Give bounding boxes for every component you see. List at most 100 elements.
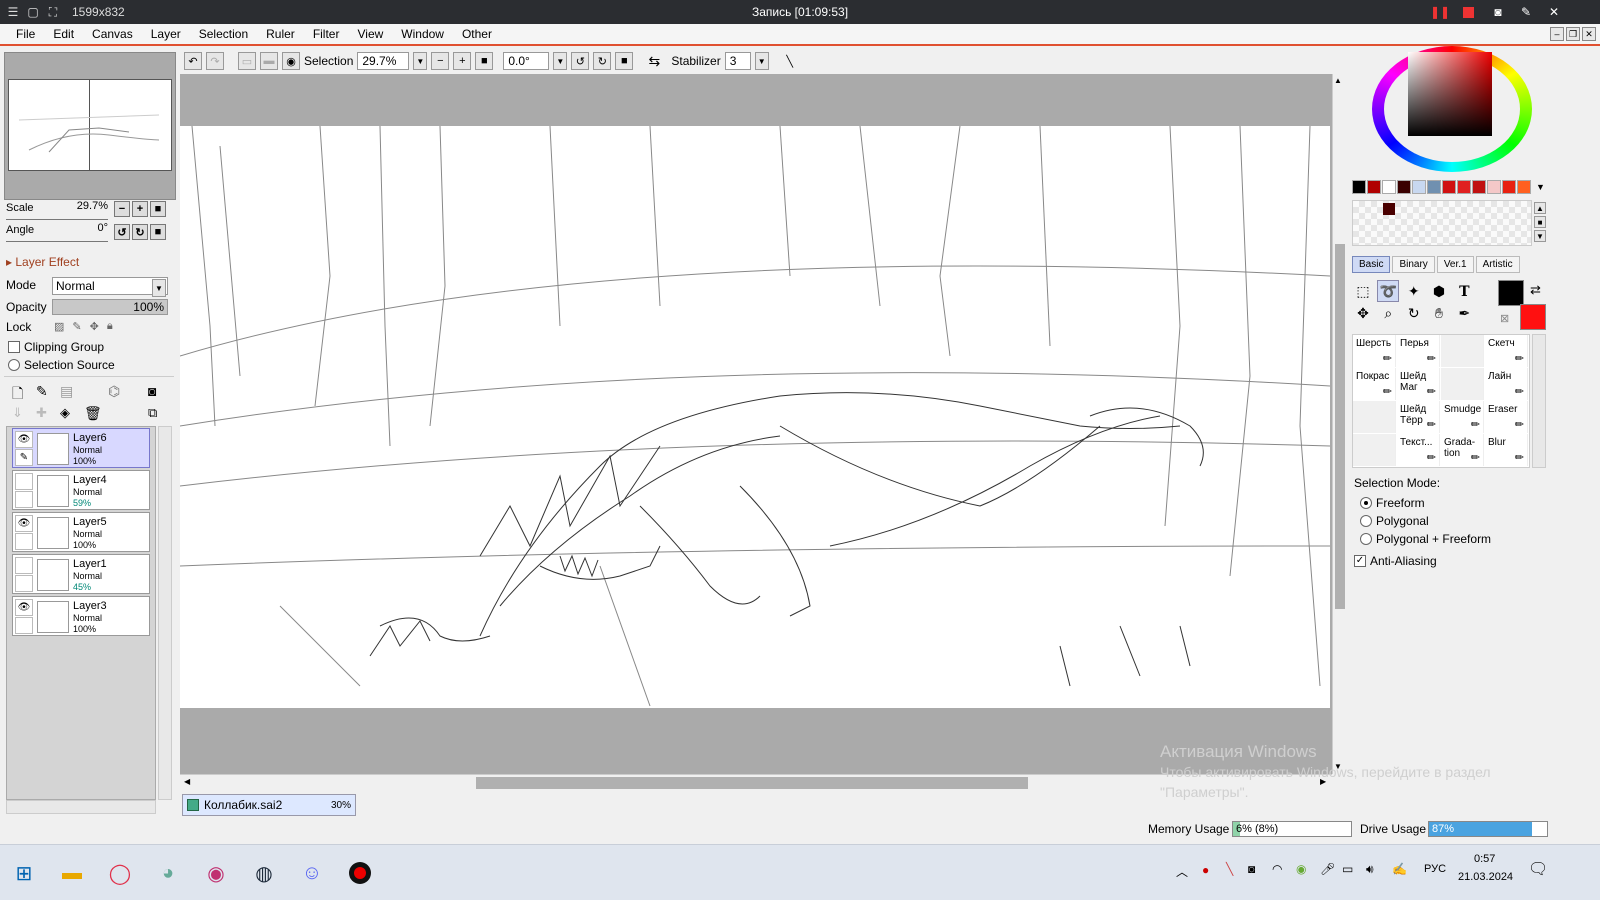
menu-layer[interactable]: Layer bbox=[142, 27, 190, 41]
selection-mode-option[interactable]: Polygonal bbox=[1360, 512, 1491, 530]
flip-icon[interactable]: ⇆ bbox=[645, 52, 663, 70]
drawing-canvas[interactable] bbox=[179, 125, 1331, 708]
brush-slot[interactable] bbox=[1441, 368, 1484, 400]
tab-basic[interactable]: Basic bbox=[1352, 256, 1391, 273]
brush-slot[interactable]: Текст... ✏ bbox=[1397, 434, 1440, 466]
tray-network-icon[interactable]: ◠ bbox=[1272, 862, 1282, 876]
navigator[interactable] bbox=[4, 52, 176, 200]
angle-dropdown[interactable]: ▼ bbox=[553, 52, 568, 70]
delete-layer-icon[interactable]: 🗑︎ bbox=[84, 405, 102, 422]
rotate-cw-button[interactable]: ↻ bbox=[132, 224, 148, 240]
camera-icon[interactable]: ◙ bbox=[1490, 4, 1506, 20]
selection-mode-radio[interactable] bbox=[1360, 515, 1372, 527]
menu-edit[interactable]: Edit bbox=[44, 27, 83, 41]
file-explorer-icon[interactable]: ▬ bbox=[52, 853, 92, 893]
rotate-right-button[interactable]: ↻ bbox=[593, 52, 612, 70]
tray-battery-icon[interactable]: ▭ bbox=[1342, 862, 1353, 876]
discord-icon[interactable]: ☺ bbox=[292, 853, 332, 893]
selection-mode-option[interactable]: Polygonal + Freeform bbox=[1360, 530, 1491, 548]
menu-other[interactable]: Other bbox=[453, 27, 501, 41]
tab-ver1[interactable]: Ver.1 bbox=[1436, 256, 1474, 273]
navigator-thumbnail[interactable] bbox=[8, 79, 172, 171]
new-folder-icon[interactable]: ▤ bbox=[60, 383, 73, 400]
redo-button[interactable]: ↷ bbox=[206, 52, 224, 70]
scale-minus-button[interactable]: − bbox=[114, 201, 130, 217]
document-tab[interactable]: Коллабик.sai2 30% bbox=[182, 794, 356, 816]
tab-artistic[interactable]: Artistic bbox=[1475, 256, 1520, 273]
invert-selection-button[interactable]: ▬ bbox=[260, 52, 278, 70]
rotate-left-button[interactable]: ↺ bbox=[571, 52, 590, 70]
close-window-icon[interactable]: ✕ bbox=[1582, 27, 1596, 41]
tab-binary[interactable]: Binary bbox=[1392, 256, 1435, 273]
move-icon[interactable]: ✥ bbox=[1352, 303, 1374, 325]
brush-slot[interactable] bbox=[1441, 335, 1484, 367]
angle-field[interactable]: 0.0° bbox=[503, 52, 550, 70]
visibility-toggle[interactable]: 👁︎ bbox=[15, 515, 33, 532]
transparent-color-icon[interactable]: ⊠ bbox=[1500, 312, 1509, 325]
scratch-down-icon[interactable]: ▼ bbox=[1534, 230, 1546, 242]
menu-canvas[interactable]: Canvas bbox=[83, 27, 142, 41]
shapes-icon[interactable]: ⬢ bbox=[1428, 280, 1450, 302]
palette-swatch[interactable] bbox=[1442, 180, 1456, 194]
layer-row[interactable]: Layer4 Normal 59% bbox=[12, 470, 150, 510]
tray-app2-icon[interactable]: ◉ bbox=[1296, 862, 1306, 876]
scale-slider[interactable] bbox=[6, 214, 108, 220]
anti-aliasing-checkbox[interactable]: ✓ bbox=[1354, 555, 1366, 567]
restore-icon[interactable]: ❐ bbox=[1566, 27, 1580, 41]
clock-date[interactable]: 21.03.2024 bbox=[1458, 871, 1513, 883]
browser-icon[interactable]: ◉ bbox=[196, 853, 236, 893]
scratch-up-icon[interactable]: ▲ bbox=[1534, 202, 1546, 214]
clock-time[interactable]: 0:57 bbox=[1474, 853, 1495, 865]
brush-slot[interactable]: Перья ✏ bbox=[1397, 335, 1440, 367]
transfer-down-icon[interactable]: ⇓ bbox=[12, 405, 23, 421]
layer-edit-indicator[interactable] bbox=[15, 575, 33, 592]
secondary-color[interactable] bbox=[1520, 304, 1546, 330]
tray-app-icon[interactable]: ◙ bbox=[1248, 862, 1255, 876]
tray-volume-icon[interactable]: 🔊︎ bbox=[1366, 862, 1374, 877]
rotate-ccw-button[interactable]: ↺ bbox=[114, 224, 130, 240]
palette-swatch[interactable] bbox=[1457, 180, 1471, 194]
recorder-app-icon[interactable] bbox=[340, 853, 380, 893]
palette-swatch[interactable] bbox=[1427, 180, 1441, 194]
brush-slot[interactable]: Grada-tion ✏ bbox=[1441, 434, 1484, 466]
brush-slot[interactable]: Шерсть ✏ bbox=[1353, 335, 1396, 367]
stabilizer-dropdown[interactable]: ▼ bbox=[754, 52, 769, 70]
color-square[interactable] bbox=[1408, 52, 1492, 136]
menu-window[interactable]: Window bbox=[392, 27, 453, 41]
palette-swatch[interactable] bbox=[1412, 180, 1426, 194]
pause-icon[interactable]: ❚❚ bbox=[1430, 4, 1450, 20]
palette-swatch[interactable] bbox=[1352, 180, 1366, 194]
scale-plus-button[interactable]: + bbox=[132, 201, 148, 217]
clear-layer-icon[interactable]: ◈ bbox=[60, 405, 70, 421]
selection-mode-option[interactable]: Freeform bbox=[1360, 494, 1491, 512]
visibility-toggle[interactable] bbox=[15, 473, 33, 490]
zoom-in-button[interactable]: + bbox=[453, 52, 472, 70]
layer-list-hscroll[interactable] bbox=[6, 800, 156, 814]
undo-button[interactable]: ↶ bbox=[184, 52, 202, 70]
merge-down-icon[interactable]: ✚ bbox=[36, 405, 47, 421]
layer-list-scrollbar[interactable] bbox=[158, 426, 172, 800]
scroll-up-icon[interactable]: ▲ bbox=[1334, 76, 1342, 85]
lock-transparency-icon[interactable]: ▨ bbox=[54, 320, 64, 333]
line-icon[interactable]: ╲ bbox=[781, 52, 799, 70]
menu-ruler[interactable]: Ruler bbox=[257, 27, 304, 41]
rect-select-icon[interactable]: ⬚ bbox=[1352, 280, 1374, 302]
scratchpad[interactable] bbox=[1352, 200, 1532, 246]
notifications-icon[interactable]: 🗨︎ bbox=[1528, 859, 1548, 879]
layer-edit-indicator[interactable] bbox=[15, 491, 33, 508]
eye-icon[interactable]: ◉ bbox=[282, 52, 300, 70]
new-layer-icon[interactable]: 🗋︎ bbox=[12, 383, 23, 407]
lock-paint-icon[interactable]: ✎ bbox=[72, 320, 81, 333]
windows-start-icon[interactable]: ⊞ bbox=[4, 853, 44, 893]
brush-slot[interactable]: Покрас ✏ bbox=[1353, 368, 1396, 400]
palette-swatch[interactable] bbox=[1487, 180, 1501, 194]
brush-slot[interactable]: Скетч ✏ bbox=[1485, 335, 1528, 367]
scale-reset-button[interactable]: ■ bbox=[150, 201, 166, 217]
layer-edit-indicator[interactable] bbox=[15, 617, 33, 634]
angle-slider[interactable] bbox=[6, 236, 108, 242]
duplicate-layer-icon[interactable]: ⧉ bbox=[148, 405, 157, 421]
layer-edit-indicator[interactable] bbox=[15, 533, 33, 550]
stabilizer-field[interactable]: 3 bbox=[724, 52, 751, 70]
visibility-toggle[interactable]: 👁︎ bbox=[15, 599, 33, 616]
selection-mode-radio[interactable] bbox=[1360, 533, 1372, 545]
